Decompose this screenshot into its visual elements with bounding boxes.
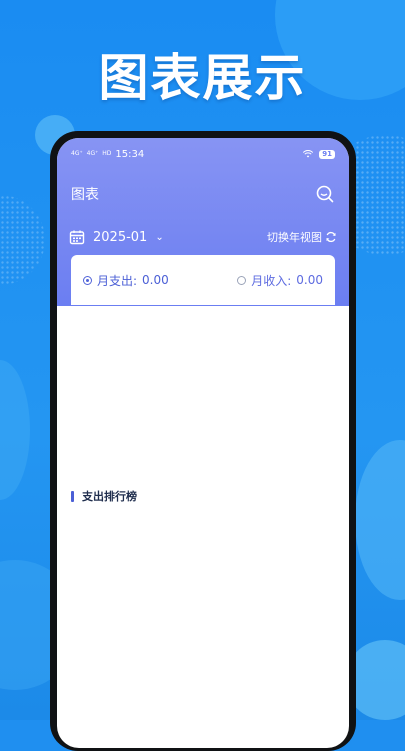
income-radio[interactable] — [237, 275, 247, 285]
decor-wave — [355, 440, 405, 600]
switch-year-view-label: 切换年视图 — [267, 231, 322, 244]
expense-toggle[interactable]: 月支出: 0.00 — [83, 272, 169, 289]
calendar-icon[interactable] — [69, 229, 85, 245]
refresh-icon — [326, 231, 336, 243]
expense-ranking-header: 支出排行榜 — [71, 488, 137, 504]
app-bar: 图表 — [71, 182, 335, 206]
decor-dots — [0, 195, 45, 285]
expense-label: 月支出: — [97, 273, 138, 288]
search-icon[interactable] — [315, 184, 335, 204]
status-time: 15:34 — [115, 148, 145, 160]
promo-headline: 图表展示 — [98, 49, 307, 107]
wifi-icon — [303, 150, 314, 158]
expense-value: 0.00 — [142, 273, 169, 287]
battery-icon: 91 — [319, 149, 335, 159]
signal-indicator: 4G⁺ — [86, 150, 99, 157]
income-label: 月收入: — [251, 273, 292, 288]
section-accent-bar — [71, 490, 74, 502]
signal-indicator: 4G⁺ — [71, 150, 83, 157]
status-bar: 4G⁺ 4G⁺ HD 15:34 91 — [71, 146, 335, 162]
page-title: 图表 — [71, 187, 99, 203]
chevron-down-icon[interactable]: ⌄ — [155, 232, 163, 243]
decor-wave — [0, 360, 30, 500]
hd-indicator: HD — [102, 150, 112, 157]
income-toggle[interactable]: 月收入: 0.00 — [237, 272, 323, 289]
date-toolbar: 2025-01 ⌄ 切换年视图 — [69, 226, 337, 248]
phone-screen: 4G⁺ 4G⁺ HD 15:34 91 图表 2025-01 ⌄ 切换年视图 月… — [57, 138, 349, 748]
phone-frame: 4G⁺ 4G⁺ HD 15:34 91 图表 2025-01 ⌄ 切换年视图 月… — [50, 131, 356, 751]
expense-radio[interactable] — [83, 275, 92, 285]
month-selector[interactable]: 2025-01 — [93, 230, 147, 245]
monthly-summary-card: 月支出: 0.00 月收入: 0.00 — [71, 255, 335, 305]
income-value: 0.00 — [296, 273, 323, 287]
switch-year-view-button[interactable]: 切换年视图 — [267, 229, 337, 245]
section-title: 支出排行榜 — [82, 490, 137, 503]
